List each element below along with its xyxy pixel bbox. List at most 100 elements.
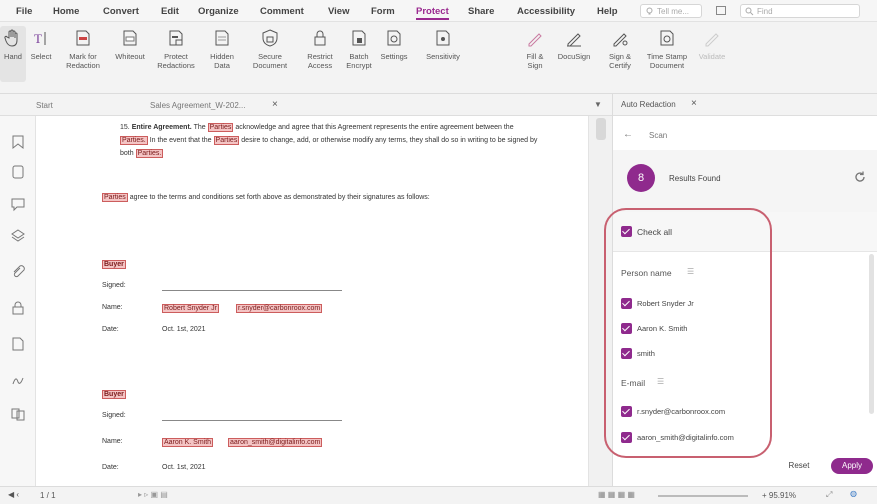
hidden-data-button[interactable]: Hidden Data: [202, 26, 242, 70]
seller-heading[interactable]: Buyer: [102, 260, 126, 269]
compare-icon[interactable]: [10, 406, 26, 422]
menu-bar: File Home Convert Edit Organize Comment …: [0, 0, 877, 22]
redaction-mark[interactable]: Parties.: [120, 136, 148, 145]
buyer-name[interactable]: Aaron K. Smith: [162, 438, 214, 447]
menu-edit[interactable]: Edit: [161, 6, 179, 17]
tab-document[interactable]: Sales Agreement_W-202...: [150, 101, 245, 110]
globe-icon[interactable]: ◍: [850, 489, 857, 498]
scan-label[interactable]: Scan: [649, 131, 667, 140]
clause-number: 15.: [120, 124, 130, 131]
panel-scrollbar[interactable]: [869, 254, 874, 414]
document-icon[interactable]: [10, 336, 26, 352]
redaction-mark[interactable]: Parties.: [135, 149, 164, 158]
nav-prev-icon[interactable]: ◀ ‹: [8, 490, 19, 499]
menu-file[interactable]: File: [16, 6, 32, 17]
secure-document-button[interactable]: Secure Document: [244, 26, 296, 70]
menu-share[interactable]: Share: [468, 6, 494, 17]
seller-name[interactable]: Robert Snyder Jr: [162, 304, 219, 313]
hand-icon: [4, 29, 18, 47]
fill-sign-icon: [528, 33, 542, 47]
menu-home[interactable]: Home: [53, 6, 79, 17]
clause-paragraph: 15. Entire Agreement. The Parties acknow…: [120, 121, 540, 160]
back-arrow-icon[interactable]: ←: [623, 129, 633, 140]
zoom-level[interactable]: + 95.91%: [762, 491, 796, 500]
whiteout-button[interactable]: Whiteout: [110, 26, 150, 61]
scrollbar-thumb[interactable]: [596, 118, 606, 140]
hidden-data-label: Hidden Data: [210, 52, 234, 70]
hand-tool-button[interactable]: Hand: [0, 26, 26, 82]
select-tool-button[interactable]: T Select: [24, 26, 58, 61]
hand-label: Hand: [4, 52, 22, 61]
redaction-mark[interactable]: Parties: [213, 136, 240, 145]
comment-icon[interactable]: [10, 196, 26, 212]
date-label: Date:: [102, 326, 119, 333]
summary-paragraph: Parties agree to the terms and condition…: [102, 193, 572, 202]
attachment-icon[interactable]: [10, 264, 26, 280]
buyer-heading[interactable]: Buyer: [102, 390, 126, 399]
zoom-slider[interactable]: [658, 495, 748, 497]
menu-accessibility[interactable]: Accessibility: [517, 6, 575, 17]
sensitivity-button[interactable]: Sensitivity: [420, 26, 466, 61]
results-header: 8 Results Found: [613, 150, 877, 212]
clause-text: The: [193, 124, 206, 131]
security-icon[interactable]: [10, 300, 26, 316]
close-panel-icon[interactable]: ×: [691, 98, 697, 109]
apply-button[interactable]: Apply: [831, 458, 873, 474]
page-indicator[interactable]: 1 / 1: [40, 491, 56, 500]
docusign-label: DocuSign: [557, 52, 591, 61]
tell-me-input[interactable]: Tell me...: [640, 4, 702, 18]
redaction-mark[interactable]: Parties: [102, 193, 128, 202]
menu-form[interactable]: Form: [371, 6, 395, 17]
mark-redaction-icon: [76, 30, 90, 46]
layers-icon[interactable]: [10, 228, 26, 244]
refresh-icon[interactable]: [853, 170, 867, 184]
docusign-icon: [567, 33, 581, 47]
protect-redactions-button[interactable]: Protect Redactions: [152, 26, 200, 70]
signed-label: Signed:: [102, 412, 126, 419]
whiteout-icon: [123, 30, 137, 46]
menu-help[interactable]: Help: [597, 6, 618, 17]
pages-icon[interactable]: [10, 164, 26, 180]
whiteout-label: Whiteout: [115, 52, 145, 61]
window-icon[interactable]: [716, 6, 726, 15]
clause-text: acknowledge and agree that this Agreemen…: [235, 124, 439, 131]
menu-comment[interactable]: Comment: [260, 6, 304, 17]
reset-button[interactable]: Reset: [779, 458, 819, 474]
mark-redaction-button[interactable]: Mark for Redaction: [58, 26, 108, 70]
seller-email[interactable]: r.snyder@carbonroox.com: [236, 304, 323, 313]
tab-start[interactable]: Start: [36, 101, 53, 110]
view-mode-icons[interactable]: ▸ ▹ ▣ ▤: [138, 490, 168, 499]
clause-text: agreement between the: [440, 124, 514, 131]
bookmark-icon[interactable]: [10, 134, 26, 150]
page-layout-icons[interactable]: ▦ ▦ ▦ ▦: [598, 490, 635, 499]
settings-button[interactable]: Settings: [376, 26, 412, 61]
find-input[interactable]: Find: [740, 4, 860, 18]
batch-encrypt-button[interactable]: Batch Encrypt: [342, 26, 376, 70]
seller-date: Oct. 1st, 2021: [162, 326, 206, 333]
name-label: Name:: [102, 438, 123, 445]
ribbon-toolbar: Hand T Select Mark for Redaction Whiteou…: [0, 22, 877, 94]
time-stamp-button[interactable]: Time Stamp Document: [642, 26, 692, 70]
restrict-access-button[interactable]: Restrict Access: [298, 26, 342, 70]
menu-organize[interactable]: Organize: [198, 6, 239, 17]
sensitivity-label: Sensitivity: [426, 52, 460, 61]
sign-certify-button[interactable]: Sign & Certify: [600, 26, 640, 70]
menu-view[interactable]: View: [328, 6, 349, 17]
protect-redactions-label: Protect Redactions: [157, 52, 195, 70]
menu-convert[interactable]: Convert: [103, 6, 139, 17]
close-tab-icon[interactable]: ×: [272, 99, 278, 110]
validate-label: Validate: [698, 52, 726, 61]
select-label: Select: [30, 52, 52, 61]
buyer-date: Oct. 1st, 2021: [162, 464, 206, 471]
signature-icon[interactable]: [10, 372, 26, 388]
fill-sign-button[interactable]: Fill & Sign: [520, 26, 550, 70]
mark-redaction-label: Mark for Redaction: [66, 52, 100, 70]
fit-icon[interactable]: ⤢: [826, 490, 832, 500]
buyer-email[interactable]: aaron_smith@digitalinfo.com: [228, 438, 323, 447]
docusign-button[interactable]: DocuSign: [552, 26, 596, 61]
panel-collapse-icon[interactable]: ▼: [594, 100, 602, 109]
find-placeholder: Find: [757, 7, 773, 16]
validate-button[interactable]: Validate: [692, 26, 732, 61]
menu-protect[interactable]: Protect: [416, 6, 449, 20]
redaction-mark[interactable]: Parties: [207, 123, 234, 132]
